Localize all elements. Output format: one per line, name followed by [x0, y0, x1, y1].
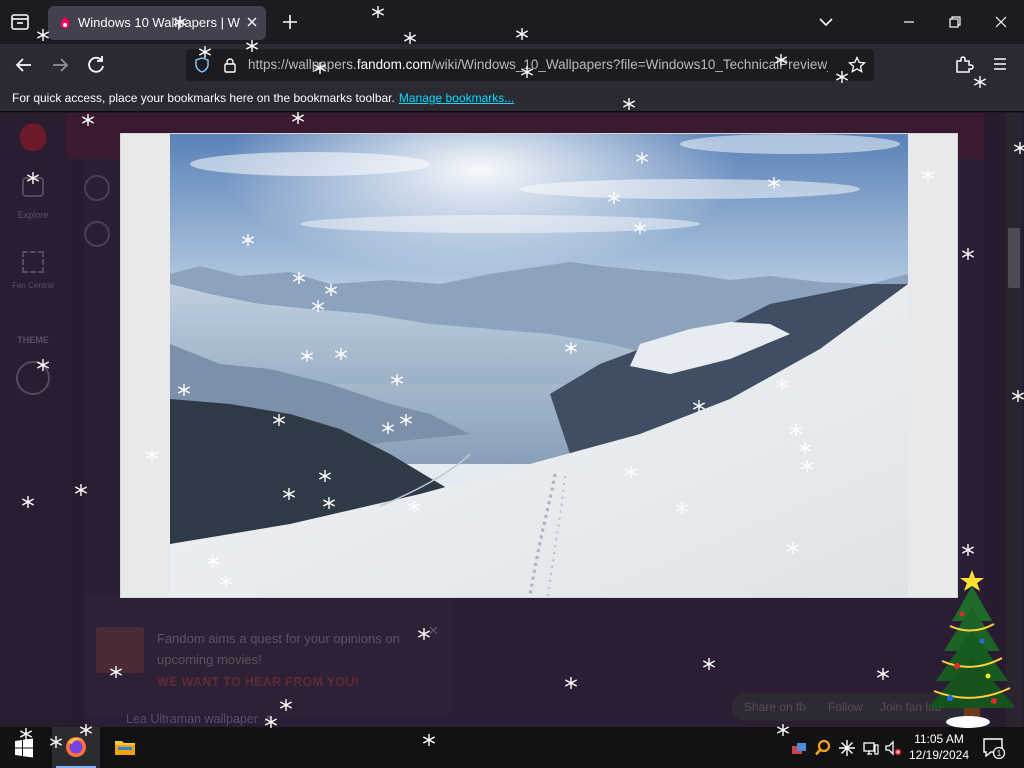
new-tab-plus-icon[interactable]	[278, 10, 302, 34]
windows-taskbar: 11:05 AM 12/19/2024 1	[0, 727, 1024, 768]
extensions-puzzle-icon[interactable]	[952, 52, 976, 76]
search-magnifier-icon[interactable]	[814, 739, 832, 757]
image-lightbox	[120, 133, 958, 598]
clock-time: 11:05 AM	[914, 732, 964, 746]
chevron-down-icon[interactable]	[814, 10, 838, 34]
promo-text: Fandom aims a quest for your opinions on…	[157, 631, 400, 667]
window-close-icon[interactable]	[988, 10, 1014, 34]
tab-title: Windows 10 Wallpapers | Wallpapers Wiki …	[78, 15, 240, 30]
lock-icon[interactable]	[222, 57, 238, 73]
related-wallpaper-link[interactable]: Lea Ultraman wallpaper ↗	[126, 711, 272, 726]
taskbar-clock[interactable]: 11:05 AM 12/19/2024	[906, 731, 972, 763]
app-tray-icon[interactable]	[790, 739, 808, 757]
explore-label: Explore	[17, 210, 49, 220]
window-minimize-icon[interactable]	[896, 10, 922, 34]
back-arrow-icon[interactable]	[11, 52, 37, 78]
snowflake-app-icon[interactable]	[838, 739, 856, 757]
volume-muted-icon[interactable]	[884, 739, 902, 757]
promo-thumbnail	[96, 627, 144, 673]
url-text[interactable]: https://wallpapers.fandom.com/wiki/Windo…	[248, 57, 828, 72]
fandom-favicon-icon	[60, 17, 70, 29]
bookmarks-hint-text: For quick access, place your bookmarks h…	[12, 91, 515, 105]
bookmark-star-icon[interactable]	[848, 56, 866, 74]
reload-icon[interactable]	[83, 52, 109, 78]
forward-arrow-icon[interactable]	[47, 52, 73, 78]
page-search-icon[interactable]	[84, 175, 110, 201]
wallpaper-image[interactable]	[170, 134, 908, 596]
clock-date: 12/19/2024	[908, 748, 970, 762]
file-explorer-taskbar-button[interactable]	[104, 727, 144, 768]
fan-central-label: Fan Central	[12, 281, 54, 290]
hamburger-menu-icon[interactable]	[988, 52, 1012, 76]
promo-card: Fandom aims a quest for your opinions on…	[84, 595, 452, 715]
window-restore-icon[interactable]	[942, 10, 968, 34]
theme-toggle[interactable]	[16, 361, 50, 395]
follow-link[interactable]: Follow	[828, 700, 863, 714]
url-domain: fandom.com	[356, 57, 432, 72]
navigation-toolbar: https://wallpapers.fandom.com/wiki/Windo…	[0, 44, 1024, 86]
tab-close-icon[interactable]	[244, 14, 260, 30]
christmas-tree-icon	[928, 570, 1014, 728]
tab-list-icon[interactable]	[8, 10, 32, 34]
folder-icon	[115, 741, 135, 755]
firefox-icon	[66, 737, 86, 757]
share-link[interactable]: Share on fb	[744, 700, 806, 714]
promo-close-icon[interactable]: ✕	[428, 623, 439, 639]
address-bar[interactable]: https://wallpapers.fandom.com/wiki/Windo…	[186, 49, 874, 81]
page-scrollbar-thumb[interactable]	[1008, 228, 1020, 288]
fan-central-icon[interactable]	[22, 251, 44, 273]
explore-icon[interactable]	[22, 177, 44, 197]
notification-count: 1	[997, 749, 1002, 758]
network-icon[interactable]	[862, 739, 880, 757]
manage-bookmarks-link[interactable]: Manage bookmarks...	[399, 91, 514, 105]
fandom-logo-icon[interactable]	[20, 123, 46, 151]
browser-tab-active[interactable]: Windows 10 Wallpapers | Wallpapers Wiki …	[48, 6, 266, 40]
tab-bar: Windows 10 Wallpapers | Wallpapers Wiki …	[0, 0, 1024, 44]
page-edit-icon[interactable]	[84, 221, 110, 247]
fandom-global-nav: Explore Fan Central THEME	[0, 113, 66, 727]
bookmarks-toolbar: For quick access, place your bookmarks h…	[0, 86, 1024, 112]
windows-start-icon[interactable]	[14, 738, 34, 758]
promo-cta-link[interactable]: WE WANT TO HEAR FROM YOU!	[157, 675, 359, 689]
action-center-notification-icon[interactable]: 1	[982, 737, 1006, 759]
tracking-protection-shield-icon[interactable]	[194, 57, 210, 73]
firefox-taskbar-button[interactable]	[52, 727, 100, 768]
theme-label: THEME	[17, 335, 49, 345]
